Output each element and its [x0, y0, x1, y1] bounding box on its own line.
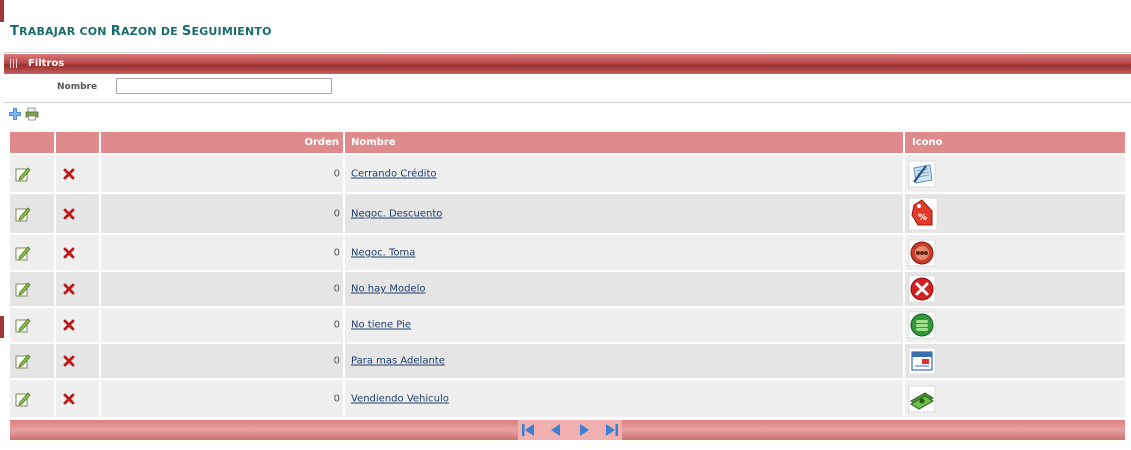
nombre-link[interactable]: Negoc. Descuento — [351, 208, 442, 219]
name-filter-label: Nombre — [57, 82, 98, 92]
orden-value: 0 — [333, 247, 340, 258]
print-icon[interactable] — [25, 107, 39, 121]
money-icon — [908, 385, 936, 412]
pagination-controls — [518, 420, 622, 440]
column-header-orden[interactable]: Orden — [101, 132, 343, 153]
nombre-link[interactable]: Para mas Adelante — [351, 356, 445, 367]
delete-icon[interactable] — [63, 393, 75, 405]
divider — [4, 102, 1131, 103]
next-page-icon[interactable] — [576, 422, 592, 438]
nombre-link[interactable]: Cerrando Crédito — [351, 168, 436, 179]
nombre-link[interactable]: No tiene Pie — [351, 320, 411, 331]
signing-document-icon — [908, 160, 936, 187]
table-row: 0 No hay Modelo — [10, 272, 1125, 306]
table-row: 0 Vendiendo Vehiculo — [10, 380, 1125, 417]
table-row: 0 Cerrando Crédito — [10, 155, 1125, 192]
first-page-icon[interactable] — [520, 422, 536, 438]
negotiation-badge-icon — [908, 239, 936, 266]
left-edge-tab — [0, 316, 4, 338]
discount-tag-icon: % — [908, 197, 938, 230]
edit-icon[interactable] — [15, 281, 31, 297]
filters-header-label: Filtros — [28, 58, 65, 69]
delete-icon[interactable] — [63, 208, 75, 220]
pagination-bar — [10, 420, 1125, 440]
orden-value: 0 — [333, 208, 340, 219]
coins-stack-icon — [908, 311, 936, 339]
orden-value: 0 — [333, 283, 340, 295]
table-row: 0 Negoc. Toma — [10, 235, 1125, 270]
filters-header[interactable]: Filtros — [4, 54, 1131, 74]
delete-icon[interactable] — [63, 247, 75, 259]
nombre-link[interactable]: Vendiendo Vehiculo — [351, 393, 449, 404]
edit-icon[interactable] — [15, 391, 31, 407]
nombre-link[interactable]: No hay Modelo — [351, 284, 425, 295]
divider — [4, 52, 1131, 53]
delete-icon[interactable] — [63, 168, 75, 180]
edit-icon[interactable] — [15, 206, 31, 222]
column-header-edit — [10, 132, 54, 153]
last-page-icon[interactable] — [604, 422, 620, 438]
delete-icon[interactable] — [63, 283, 75, 295]
left-edge-tab — [0, 0, 4, 22]
nombre-link[interactable]: Negoc. Toma — [351, 247, 415, 258]
table-row: 0 No tiene Pie — [10, 308, 1125, 342]
name-filter-input[interactable] — [116, 78, 332, 94]
delete-icon[interactable] — [63, 319, 75, 331]
edit-icon[interactable] — [15, 166, 31, 182]
edit-icon[interactable] — [15, 353, 31, 369]
page-title: TRABAJAR CON RAZON DE SEGUIMIENTO — [10, 24, 272, 39]
add-icon[interactable] — [8, 107, 22, 121]
column-header-nombre[interactable]: Nombre — [345, 132, 903, 153]
table-row: 0 Negoc. Descuento % — [10, 194, 1125, 233]
orden-value: 0 — [333, 168, 340, 179]
edit-icon[interactable] — [15, 317, 31, 333]
column-header-delete — [56, 132, 99, 153]
svg-text:%: % — [918, 213, 927, 223]
edit-icon[interactable] — [15, 245, 31, 261]
red-x-icon — [908, 275, 936, 303]
previous-page-icon[interactable] — [548, 422, 564, 438]
calendar-icon — [908, 347, 936, 375]
delete-icon[interactable] — [63, 355, 75, 367]
table-row: 0 Para mas Adelante — [10, 344, 1125, 378]
orden-value: 0 — [333, 393, 340, 404]
orden-value: 0 — [333, 319, 340, 331]
orden-value: 0 — [333, 355, 340, 367]
grip-icon — [10, 59, 17, 68]
column-header-icono: Icono — [905, 132, 1125, 153]
